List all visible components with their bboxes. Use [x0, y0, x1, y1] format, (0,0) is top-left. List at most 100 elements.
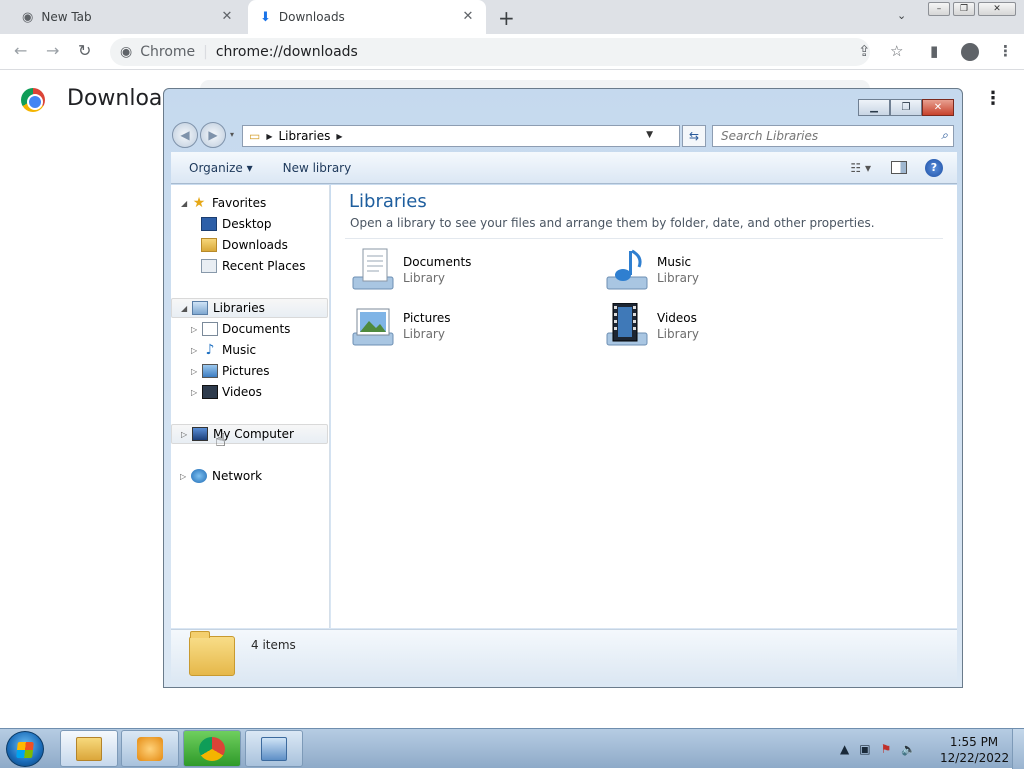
restore-button[interactable]: ❐: [953, 2, 975, 16]
breadcrumb-libraries[interactable]: Libraries: [279, 129, 331, 143]
change-view-icon[interactable]: ☷ ▾: [850, 161, 871, 175]
item-count: 4 items: [251, 638, 296, 652]
clock[interactable]: 1:55 PM 12/22/2022: [940, 734, 1009, 766]
explorer-close-button[interactable]: ✕: [922, 99, 954, 116]
library-type: Library: [403, 271, 445, 285]
close-tab-icon[interactable]: ✕: [460, 9, 476, 24]
nav-my-computer[interactable]: ▷ My Computer: [171, 424, 328, 444]
search-libraries-field[interactable]: ⌕: [712, 125, 954, 147]
back-button[interactable]: ◀: [172, 122, 198, 148]
pictures-icon: [202, 364, 218, 378]
libraries-folder-icon: [189, 631, 235, 676]
chrome-menu-icon[interactable]: ⋮: [998, 42, 1013, 60]
explorer-address-bar[interactable]: ▭ ▶ Libraries ▶ ▼: [242, 125, 680, 147]
search-icon[interactable]: ⌕: [941, 128, 948, 143]
network-tray-icon[interactable]: ▣: [859, 742, 870, 756]
search-input[interactable]: [721, 129, 921, 143]
tab-title: New Tab: [41, 10, 92, 24]
expand-arrow-icon[interactable]: ▷: [191, 346, 197, 355]
nav-pictures[interactable]: ▷ Pictures: [171, 361, 326, 381]
explorer-maximize-button[interactable]: ❐: [890, 99, 922, 116]
nav-label: Desktop: [222, 217, 272, 231]
music-icon: ♪: [205, 342, 215, 358]
nav-desktop[interactable]: Desktop: [171, 214, 326, 234]
nav-network[interactable]: ▷ Network: [171, 466, 326, 486]
close-window-button[interactable]: ✕: [978, 2, 1016, 16]
library-item-music[interactable]: Music Library: [603, 243, 843, 295]
taskbar-control-panel-button[interactable]: [245, 730, 303, 767]
nav-favorites[interactable]: ◢ ★ Favorites: [171, 193, 326, 213]
back-arrow-icon[interactable]: ←: [14, 41, 27, 60]
refresh-button[interactable]: ⇆: [682, 125, 706, 147]
organize-button[interactable]: Organize ▾: [189, 161, 253, 175]
breadcrumb-arrow-icon[interactable]: ▶: [266, 132, 272, 141]
close-tab-icon[interactable]: ✕: [219, 9, 235, 24]
nav-libraries[interactable]: ◢ Libraries: [171, 298, 328, 318]
clock-time: 1:55 PM: [949, 735, 999, 749]
forward-arrow-icon[interactable]: →: [46, 41, 59, 60]
new-tab-button[interactable]: +: [498, 6, 515, 30]
help-icon[interactable]: ?: [925, 159, 943, 177]
show-hidden-icons-icon[interactable]: ▲: [840, 742, 849, 756]
nav-recent-places[interactable]: Recent Places: [171, 256, 326, 276]
address-bar[interactable]: ◉ Chrome | chrome://downloads: [110, 38, 870, 66]
volume-icon[interactable]: 🔈: [901, 742, 916, 756]
library-name: Music: [657, 255, 692, 269]
taskbar-chrome-button[interactable]: [183, 730, 241, 767]
taskbar-media-player-button[interactable]: [121, 730, 179, 767]
action-center-icon[interactable]: ⚑: [881, 742, 892, 756]
library-item-pictures[interactable]: Pictures Library: [349, 299, 589, 351]
expand-arrow-icon[interactable]: ▷: [191, 388, 197, 397]
nav-music[interactable]: ▷ ♪ Music: [171, 340, 326, 360]
navigation-pane: ◢ ★ Favorites Desktop Downloads Recent P…: [171, 185, 330, 628]
reload-icon[interactable]: ↻: [78, 41, 91, 60]
nav-label: Network: [212, 469, 263, 483]
tab-new-tab[interactable]: ◉ New Tab ✕: [10, 0, 245, 34]
nav-label: Recent Places: [222, 259, 306, 273]
show-desktop-button[interactable]: [1012, 729, 1024, 769]
expand-arrow-icon[interactable]: ▷: [191, 325, 197, 334]
downloads-more-icon[interactable]: ⋮: [984, 88, 1002, 109]
collapse-arrow-icon[interactable]: ◢: [181, 199, 187, 208]
nav-label: Videos: [222, 385, 262, 399]
chrome-tab-strip: ◉ New Tab ✕ ⬇ Downloads ✕ + ⌄ – ❐ ✕: [0, 0, 1024, 34]
side-panel-icon[interactable]: ▮: [930, 42, 938, 60]
address-dropdown-icon[interactable]: ▼: [646, 130, 653, 140]
expand-arrow-icon[interactable]: ▷: [181, 430, 187, 439]
share-icon[interactable]: ⇪: [858, 42, 871, 60]
library-item-documents[interactable]: Documents Library: [349, 243, 589, 295]
omnibox-separator: |: [203, 44, 208, 60]
minimize-button[interactable]: –: [928, 2, 950, 16]
videos-icon: [202, 385, 218, 399]
organize-label: Organize: [189, 160, 243, 175]
desktop-icon: [201, 217, 217, 231]
tab-downloads[interactable]: ⬇ Downloads ✕: [248, 0, 486, 34]
downloads-folder-icon: [201, 238, 217, 252]
start-button[interactable]: [6, 731, 44, 767]
forward-button[interactable]: ▶: [200, 122, 226, 148]
pictures-library-icon: [352, 308, 394, 346]
breadcrumb-arrow-icon[interactable]: ▶: [336, 132, 342, 141]
collapse-arrow-icon[interactable]: ◢: [181, 304, 187, 313]
tab-title: Downloads: [278, 10, 345, 24]
computer-icon: [192, 427, 208, 441]
nav-documents[interactable]: ▷ Documents: [171, 319, 326, 339]
recent-pages-chevron-icon[interactable]: ▾: [230, 130, 234, 139]
library-name: Documents: [403, 255, 472, 269]
taskbar-explorer-button[interactable]: [60, 730, 118, 767]
expand-arrow-icon[interactable]: ▷: [191, 367, 197, 376]
content-pane: Libraries Open a library to see your fil…: [331, 185, 957, 628]
nav-videos[interactable]: ▷ Videos: [171, 382, 326, 402]
url-text: chrome://downloads: [215, 44, 358, 60]
libraries-icon: [192, 301, 208, 315]
preview-pane-icon[interactable]: [891, 161, 907, 174]
explorer-minimize-button[interactable]: ▁: [858, 99, 890, 116]
expand-arrow-icon[interactable]: ▷: [180, 472, 186, 481]
nav-downloads[interactable]: Downloads: [171, 235, 326, 255]
new-library-button[interactable]: New library: [283, 161, 352, 175]
bookmark-star-icon[interactable]: ☆: [890, 42, 903, 60]
profile-avatar[interactable]: [961, 43, 979, 61]
library-item-videos[interactable]: Videos Library: [603, 299, 843, 351]
tab-search-chevron-icon[interactable]: ⌄: [897, 9, 906, 22]
media-player-icon: [137, 736, 163, 761]
